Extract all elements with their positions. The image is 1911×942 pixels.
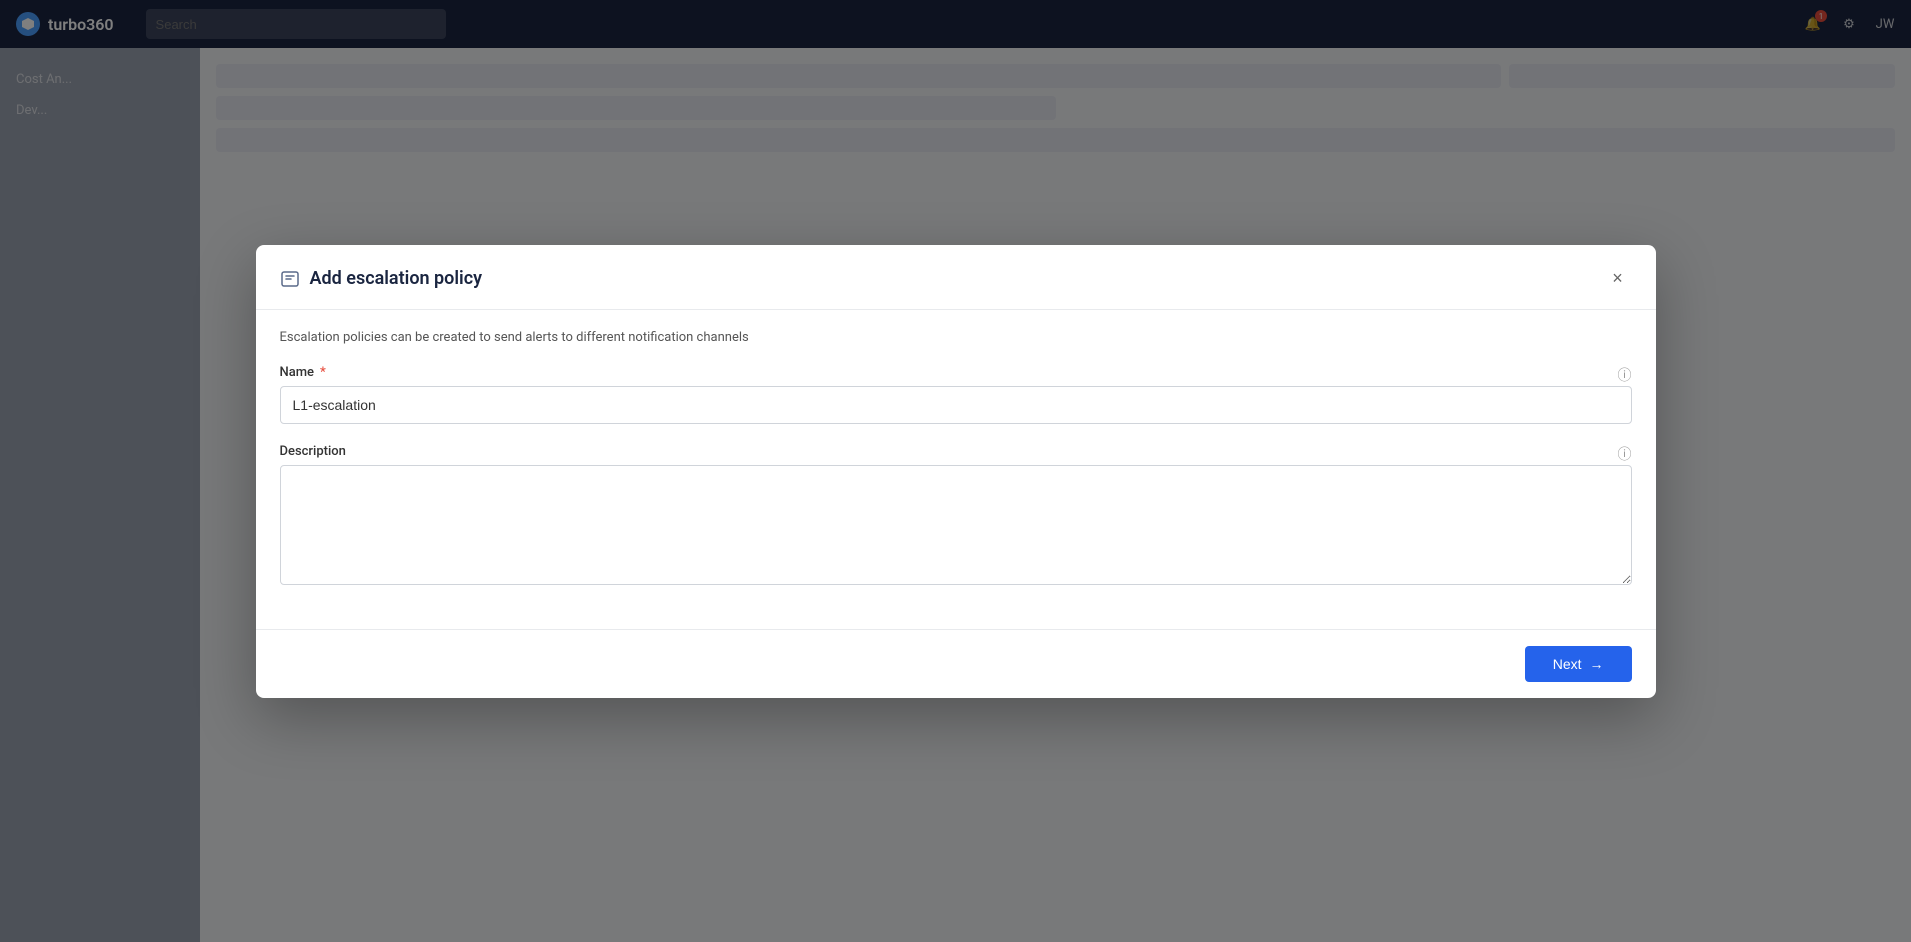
name-label-text: Name [280, 365, 315, 380]
modal-header: Add escalation policy × [256, 245, 1656, 310]
name-label: Name * [280, 365, 326, 380]
modal-body: Escalation policies can be created to se… [256, 310, 1656, 629]
name-form-group: Name * ⓘ [280, 365, 1632, 424]
modal-close-button[interactable]: × [1604, 265, 1632, 293]
modal-overlay: Add escalation policy × Escalation polic… [0, 0, 1911, 942]
next-arrow-icon: → [1590, 656, 1604, 672]
name-info-icon[interactable]: ⓘ [1618, 365, 1632, 385]
escalation-policy-icon [280, 269, 300, 289]
add-escalation-policy-modal: Add escalation policy × Escalation polic… [256, 245, 1656, 698]
description-label-text: Description [280, 444, 346, 459]
next-button-label: Next [1553, 656, 1582, 672]
description-info-icon[interactable]: ⓘ [1618, 444, 1632, 464]
modal-subtitle: Escalation policies can be created to se… [280, 330, 1632, 345]
name-input[interactable] [280, 386, 1632, 424]
modal-title: Add escalation policy [310, 268, 1594, 289]
description-form-group: Description ⓘ [280, 444, 1632, 589]
description-textarea[interactable] [280, 465, 1632, 585]
modal-footer: Next → [256, 629, 1656, 698]
next-button[interactable]: Next → [1525, 646, 1632, 682]
description-label: Description [280, 444, 346, 459]
name-required: * [320, 365, 326, 380]
